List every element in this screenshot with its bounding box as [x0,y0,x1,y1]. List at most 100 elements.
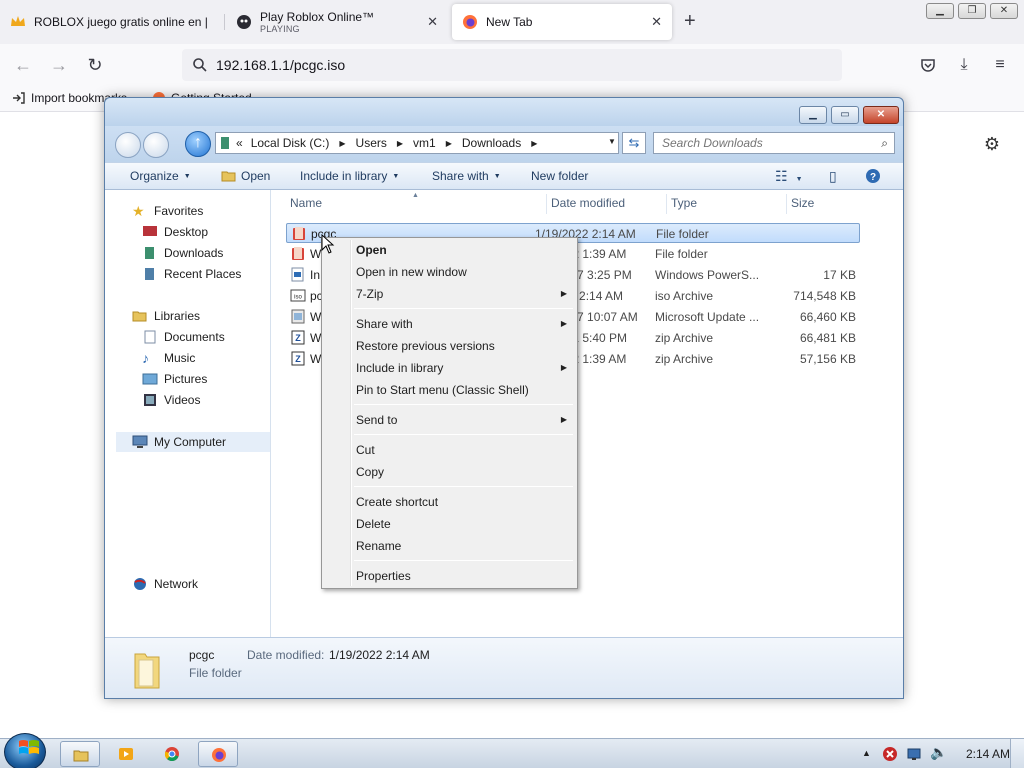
explorer-minimize-button[interactable]: ▁ [799,106,827,124]
menu-item-pin-to-start[interactable]: Pin to Start menu (Classic Shell) [324,379,575,401]
address-bar[interactable]: « Local Disk (C:) ▶ Users ▶ vm1 ▶ Downlo… [215,132,619,154]
organize-button[interactable]: Organize ▼ [130,169,191,183]
nav-libraries[interactable]: Libraries [132,309,200,323]
tab-new-tab[interactable]: New Tab ✕ [452,4,672,40]
taskbar-file-explorer[interactable] [60,741,100,767]
menu-item-7zip[interactable]: 7-Zip ▶ [324,283,575,305]
restore-button[interactable]: ❐ [958,3,986,19]
help-icon[interactable]: ? [865,168,881,187]
url-text[interactable]: 192.168.1.1/pcgc.iso [216,57,345,73]
close-window-button[interactable]: ✕ [990,3,1018,19]
chevron-right-icon[interactable]: ▶ [531,139,537,148]
reload-icon[interactable]: ↻ [84,54,106,76]
up-arrow-icon[interactable]: ↑ [185,131,211,157]
svg-text:Z: Z [295,333,301,343]
search-field[interactable]: ⌕ [653,132,895,154]
column-header-type[interactable]: Type [671,196,697,210]
nav-desktop[interactable]: Desktop [142,225,208,239]
column-header-name[interactable]: Name [290,196,322,210]
explorer-maximize-button[interactable]: ▭ [831,106,859,124]
nav-recent-places[interactable]: Recent Places [142,267,241,281]
crown-icon [11,16,25,26]
clock[interactable]: 2:14 AM [966,747,1010,761]
libraries-icon [132,311,147,322]
breadcrumb-users[interactable]: Users [356,136,387,150]
share-with-button[interactable]: Share with ▼ [432,169,501,183]
nav-pictures[interactable]: Pictures [142,372,207,386]
menu-item-copy[interactable]: Copy [324,461,575,483]
vertical-scrollbar[interactable] [866,190,903,637]
column-divider [666,194,667,214]
back-button[interactable] [115,132,141,158]
nav-label: Videos [164,393,201,407]
roblox-icon [237,15,251,29]
menu-item-label: Restore previous versions [356,339,495,353]
security-alert-icon[interactable] [882,746,898,762]
back-arrow-icon[interactable]: ← [12,54,34,76]
iso-icon: iso [290,289,306,302]
nav-downloads[interactable]: Downloads [142,246,223,260]
open-button[interactable]: Open [221,169,270,183]
view-options-icon[interactable]: ☷ ▼ [775,168,803,185]
url-bar[interactable]: 192.168.1.1/pcgc.iso [182,49,842,81]
pocket-icon[interactable] [917,54,939,76]
svg-text:iso: iso [294,295,302,301]
explorer-close-button[interactable]: ✕ [863,106,899,124]
forward-button[interactable] [143,132,169,158]
menu-item-delete[interactable]: Delete [324,513,575,535]
menu-item-rename[interactable]: Rename [324,535,575,557]
new-folder-label: New folder [531,169,589,183]
start-button[interactable] [4,733,46,768]
chevron-right-icon[interactable]: ▶ [397,139,403,148]
explorer-title-bar[interactable]: ▁ ▭ ✕ [105,98,903,126]
tab-roblox-juego[interactable]: ROBLOX juego gratis online en | [0,4,222,40]
menu-item-include-in-library[interactable]: Include in library ▶ [324,357,575,379]
tab-play-roblox[interactable]: Play Roblox Online™ PLAYING ✕ [226,4,448,40]
gear-icon[interactable]: ⚙ [982,134,1002,154]
taskbar-media-player[interactable] [106,741,146,767]
nav-music[interactable]: ♪ Music [142,351,195,365]
close-icon[interactable]: ✕ [651,15,662,29]
include-in-library-button[interactable]: Include in library ▼ [300,169,399,183]
new-tab-button[interactable]: + [684,11,696,31]
nav-network[interactable]: Network [132,577,198,591]
new-folder-button[interactable]: New folder [531,169,588,183]
show-desktop-button[interactable] [1010,739,1024,768]
minimize-button[interactable]: ▁ [926,3,954,19]
network-icon[interactable] [906,746,922,762]
chevron-right-icon[interactable]: ▶ [446,139,452,148]
menu-item-properties[interactable]: Properties [324,565,575,587]
volume-icon[interactable]: 🔈 [930,744,947,761]
nav-documents[interactable]: Documents [142,330,225,344]
forward-arrow-icon[interactable]: → [48,54,70,76]
nav-videos[interactable]: Videos [142,393,200,407]
chevron-right-icon[interactable]: ▶ [339,139,345,148]
hamburger-menu-icon[interactable]: ≡ [989,54,1011,76]
menu-item-cut[interactable]: Cut [324,439,575,461]
preview-pane-icon[interactable]: ▯ [829,168,837,185]
show-hidden-icons-icon[interactable]: ▲ [862,748,871,758]
menu-item-restore-previous-versions[interactable]: Restore previous versions [324,335,575,357]
menu-item-share-with[interactable]: Share with ▶ [324,313,575,335]
breadcrumb-downloads[interactable]: Downloads [462,136,521,150]
search-icon[interactable]: ⌕ [881,136,888,151]
nav-favorites[interactable]: ★ Favorites [132,204,203,218]
search-input[interactable] [662,136,872,150]
chevron-down-icon[interactable]: ▼ [605,132,619,152]
menu-item-label: Copy [356,465,385,479]
menu-item-open[interactable]: Open [324,239,575,261]
menu-item-create-shortcut[interactable]: Create shortcut [324,491,575,513]
menu-item-send-to[interactable]: Send to ▶ [324,409,575,431]
refresh-icon[interactable]: ⇆ [622,132,646,154]
taskbar-firefox[interactable] [198,741,238,767]
nav-my-computer[interactable]: My Computer [116,432,270,452]
close-icon[interactable]: ✕ [427,15,438,29]
breadcrumb-vm1[interactable]: vm1 [413,136,436,150]
column-header-size[interactable]: Size [791,196,814,210]
column-header-date[interactable]: Date modified [551,196,625,210]
menu-item-open-in-new-window[interactable]: Open in new window [324,261,575,283]
download-icon[interactable]: ⤓ [953,54,975,76]
taskbar-chrome[interactable] [152,741,192,767]
breadcrumb-local-disk[interactable]: Local Disk (C:) [251,136,330,150]
breadcrumb-overflow[interactable]: « [236,136,243,150]
